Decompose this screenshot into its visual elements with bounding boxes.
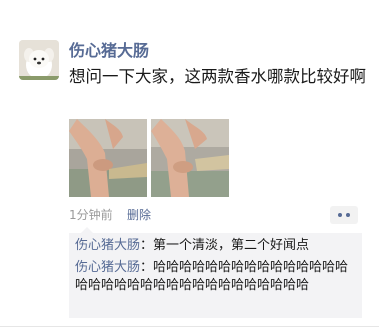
wrist-photo-icon — [151, 119, 229, 197]
comment-section: 伤心猪大肠：第一个清淡，第二个好闻点 伤心猪大肠：哈哈哈哈哈哈哈哈哈哈哈哈哈哈哈… — [69, 227, 362, 318]
comment-text: 第一个清淡，第二个好闻点 — [153, 238, 310, 253]
comment-separator: ： — [140, 260, 154, 275]
post-author[interactable]: 伤心猪大肠 — [69, 41, 149, 61]
comment-item[interactable]: 伤心猪大肠：第一个清淡，第二个好闻点 — [75, 237, 356, 255]
divider — [0, 326, 379, 327]
avatar[interactable] — [19, 40, 59, 80]
post-image-1[interactable] — [69, 119, 147, 197]
dog-avatar-icon — [19, 40, 59, 80]
more-dot-icon — [338, 213, 342, 217]
comment-author[interactable]: 伤心猪大肠 — [75, 238, 140, 253]
moments-post: 伤心猪大肠 想问一下大家，这两款香水哪款比较好啊 1分钟前 删除 伤心猪大肠：第… — [0, 0, 379, 330]
post-content: 想问一下大家，这两款香水哪款比较好啊 — [69, 67, 366, 86]
wrist-photo-icon — [69, 119, 147, 197]
post-image-2[interactable] — [151, 119, 229, 197]
more-dot-icon — [346, 213, 350, 217]
comment-separator: ： — [140, 238, 154, 253]
comment-item[interactable]: 伤心猪大肠：哈哈哈哈哈哈哈哈哈哈哈哈哈哈哈哈哈哈哈哈哈哈哈哈哈哈哈哈哈哈哈哈哈 — [75, 259, 356, 295]
delete-link[interactable]: 删除 — [127, 207, 151, 223]
post-time: 1分钟前 — [69, 208, 113, 222]
comment-author[interactable]: 伤心猪大肠 — [75, 260, 140, 275]
more-actions-button[interactable] — [330, 206, 358, 224]
